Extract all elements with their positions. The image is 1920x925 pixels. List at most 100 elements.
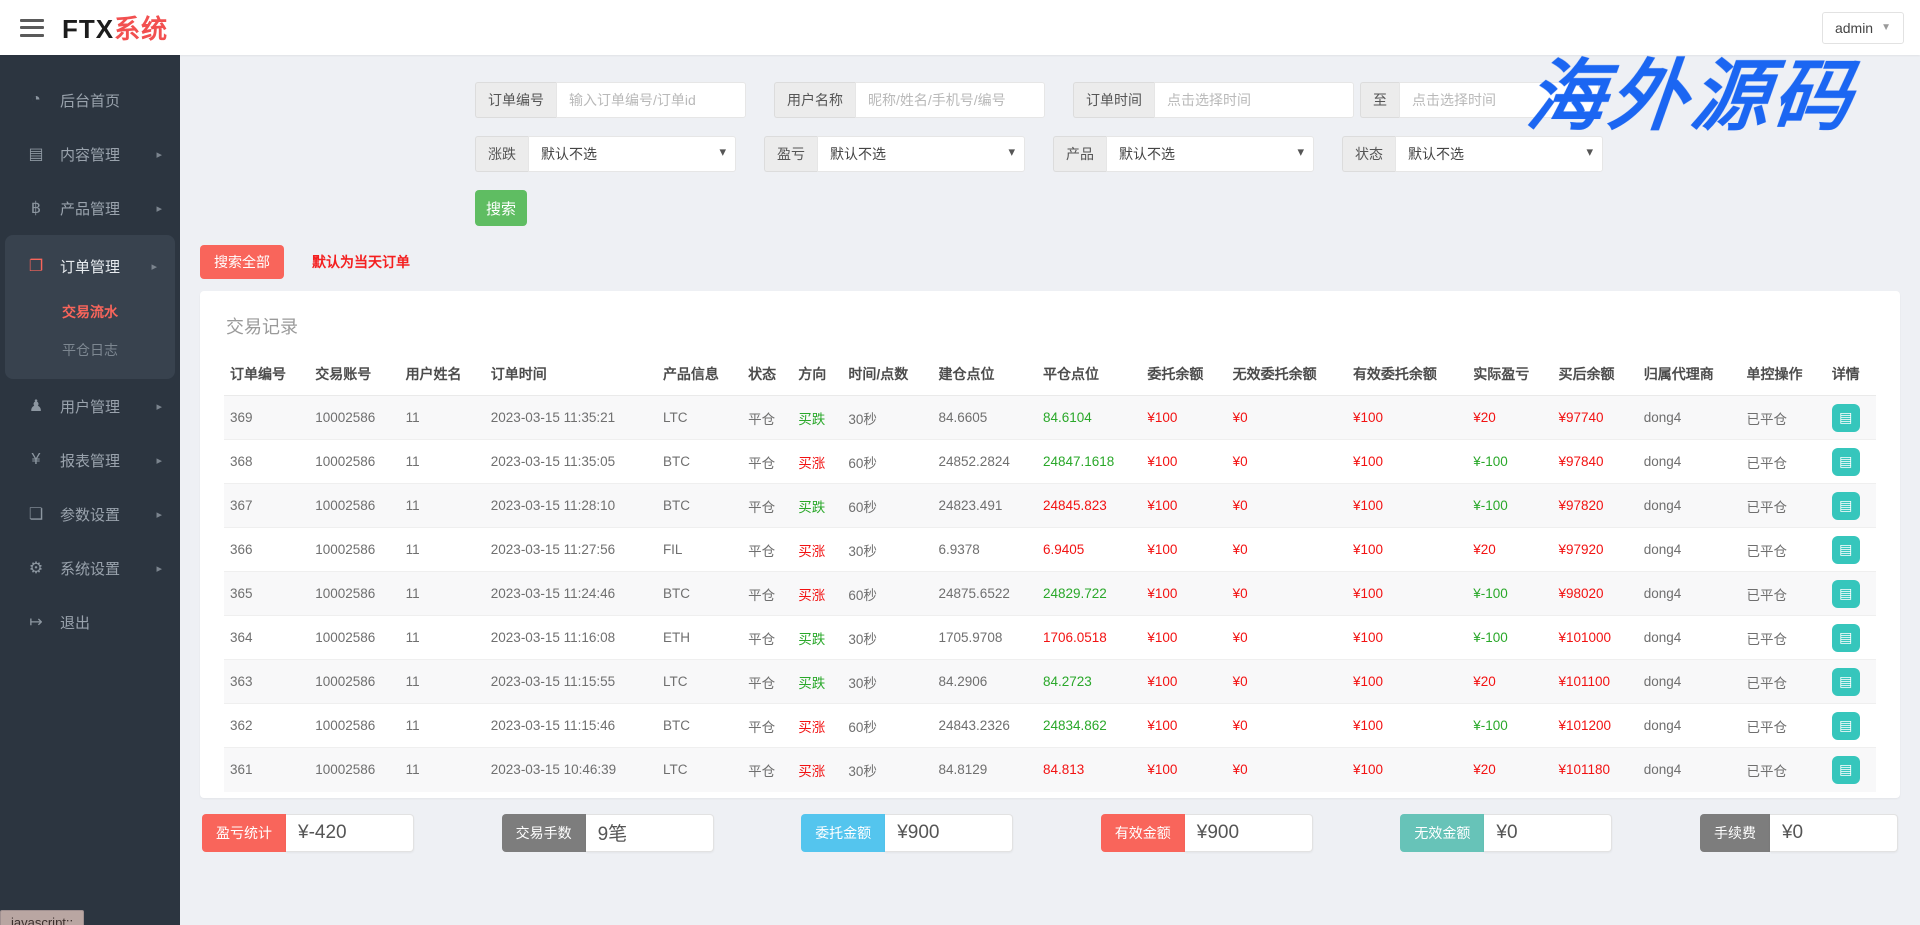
detail-button[interactable]: ▤ [1832, 492, 1860, 520]
sidebar-item-content[interactable]: ▤ 内容管理 ▸ [0, 127, 180, 181]
sidebar-item-reports[interactable]: ¥ 报表管理 ▸ [0, 433, 180, 487]
detail-button[interactable]: ▤ [1832, 404, 1860, 432]
cell-control: 已平仓 [1740, 748, 1825, 792]
sidebar-item-users[interactable]: ♟ 用户管理 ▸ [0, 379, 180, 433]
cell-invalid-entrust: ¥0 [1227, 396, 1347, 440]
cell-valid-entrust: ¥100 [1347, 528, 1467, 572]
stat-trade-count: 交易手数9笔 [502, 814, 714, 852]
status-label: 状态 [1342, 136, 1395, 172]
gear-icon: ⚙ [24, 558, 48, 578]
user-name-group: 用户名称 [774, 82, 1045, 118]
stat-badge: 有效金额 [1101, 814, 1185, 852]
column-header: 交易账号 [309, 355, 399, 396]
sidebar-item-logout[interactable]: ↦ 退出 [0, 595, 180, 649]
cell-user-name: 11 [400, 616, 485, 660]
cell-product: BTC [657, 572, 742, 616]
detail-button[interactable]: ▤ [1832, 756, 1860, 784]
sidebar-subitem-close-log[interactable]: 平仓日志 [5, 331, 175, 369]
column-header: 有效委托余额 [1347, 355, 1467, 396]
cell-order-no: 362 [224, 704, 309, 748]
list-icon: ▤ [1839, 673, 1852, 690]
chevron-right-icon: ▸ [156, 454, 162, 467]
column-header: 详情 [1826, 355, 1876, 396]
cell-detail: ▤ [1826, 748, 1876, 792]
hamburger-menu-icon[interactable] [20, 19, 44, 37]
cell-user-name: 11 [400, 528, 485, 572]
cell-valid-entrust: ¥100 [1347, 660, 1467, 704]
time-end-input[interactable] [1399, 82, 1599, 118]
detail-button[interactable]: ▤ [1832, 580, 1860, 608]
profit-select[interactable]: 默认不选 [817, 136, 1025, 172]
product-select[interactable]: 默认不选 [1106, 136, 1314, 172]
user-name-input[interactable] [855, 82, 1045, 118]
sidebar-item-orders[interactable]: ❐ 订单管理 ▸ [5, 239, 175, 293]
main-content: 订单编号 用户名称 订单时间 至 涨跌 默认不选 盈亏 [180, 55, 1920, 925]
app-logo: FTX系统 [62, 9, 168, 46]
cell-open-point: 84.6605 [933, 396, 1037, 440]
cell-control: 已平仓 [1740, 660, 1825, 704]
updown-select[interactable]: 默认不选 [528, 136, 736, 172]
cell-close-point: 84.813 [1037, 748, 1141, 792]
table-row: 36310002586112023-03-15 11:15:55LTC平仓买跌3… [224, 660, 1876, 704]
trade-table-body: 36910002586112023-03-15 11:35:21LTC平仓买跌3… [224, 396, 1876, 792]
chevron-right-icon: ▸ [151, 260, 157, 273]
cell-open-point: 24823.491 [933, 484, 1037, 528]
stat-value: ¥900 [1185, 814, 1313, 852]
list-icon: ▤ [1839, 453, 1852, 470]
table-row: 36810002586112023-03-15 11:35:05BTC平仓买涨6… [224, 440, 1876, 484]
sidebar-item-params[interactable]: ❏ 参数设置 ▸ [0, 487, 180, 541]
detail-button[interactable]: ▤ [1832, 624, 1860, 652]
summary-bar: 盈亏统计¥-420交易手数9笔委托金额¥900有效金额¥900无效金额¥0手续费… [202, 814, 1898, 852]
list-icon: ▤ [1839, 409, 1852, 426]
stat-value: ¥-420 [286, 814, 414, 852]
cell-status: 平仓 [742, 572, 792, 616]
sidebar-subitem-trade-flow[interactable]: 交易流水 [5, 293, 175, 331]
table-header-row: 订单编号交易账号用户姓名订单时间产品信息状态方向时间/点数建仓点位平仓点位委托余… [224, 355, 1876, 396]
updown-label: 涨跌 [475, 136, 528, 172]
cell-product: LTC [657, 396, 742, 440]
status-select[interactable]: 默认不选 [1395, 136, 1603, 172]
cell-close-point: 24829.722 [1037, 572, 1141, 616]
cell-detail: ▤ [1826, 572, 1876, 616]
column-header: 产品信息 [657, 355, 742, 396]
cell-duration: 60秒 [842, 484, 932, 528]
cell-valid-entrust: ¥100 [1347, 396, 1467, 440]
order-time-label: 订单时间 [1073, 82, 1154, 118]
cell-product: FIL [657, 528, 742, 572]
sidebar-item-system[interactable]: ⚙ 系统设置 ▸ [0, 541, 180, 595]
cell-account: 10002586 [309, 748, 399, 792]
cell-product: BTC [657, 704, 742, 748]
order-no-group: 订单编号 [475, 82, 746, 118]
cell-entrust-balance: ¥100 [1141, 484, 1226, 528]
sidebar-item-products[interactable]: ฿ 产品管理 ▸ [0, 181, 180, 235]
cell-duration: 30秒 [842, 660, 932, 704]
table-row: 36510002586112023-03-15 11:24:46BTC平仓买涨6… [224, 572, 1876, 616]
cell-direction: 买跌 [792, 660, 842, 704]
cell-close-point: 24834.862 [1037, 704, 1141, 748]
detail-button[interactable]: ▤ [1832, 448, 1860, 476]
search-all-button[interactable]: 搜索全部 [200, 245, 284, 279]
product-label: 产品 [1053, 136, 1106, 172]
detail-button[interactable]: ▤ [1832, 536, 1860, 564]
search-form: 订单编号 用户名称 订单时间 至 涨跌 默认不选 盈亏 [475, 82, 1625, 226]
cell-account: 10002586 [309, 660, 399, 704]
time-start-input[interactable] [1154, 82, 1354, 118]
detail-button[interactable]: ▤ [1832, 712, 1860, 740]
order-no-input[interactable] [556, 82, 746, 118]
cell-actual-profit: ¥20 [1467, 528, 1552, 572]
user-menu-dropdown[interactable]: admin ▼ [1822, 12, 1904, 44]
bitcoin-icon: ฿ [24, 198, 48, 218]
dashboard-icon: ◔ [24, 91, 48, 109]
cell-after-balance: ¥97840 [1552, 440, 1637, 484]
quick-actions-row: 搜索全部 默认为当天订单 [200, 245, 1900, 279]
stat-badge: 盈亏统计 [202, 814, 286, 852]
cell-order-time: 2023-03-15 11:27:56 [485, 528, 657, 572]
stat-invalid-amount: 无效金额¥0 [1400, 814, 1612, 852]
order-time-group: 订单时间 [1073, 82, 1354, 118]
sidebar-item-dashboard[interactable]: ◔ 后台首页 [0, 73, 180, 127]
search-button[interactable]: 搜索 [475, 190, 527, 226]
cell-agent: dong4 [1638, 748, 1741, 792]
list-icon: ▤ [1839, 629, 1852, 646]
profit-group: 盈亏 默认不选 [764, 136, 1025, 172]
detail-button[interactable]: ▤ [1832, 668, 1860, 696]
